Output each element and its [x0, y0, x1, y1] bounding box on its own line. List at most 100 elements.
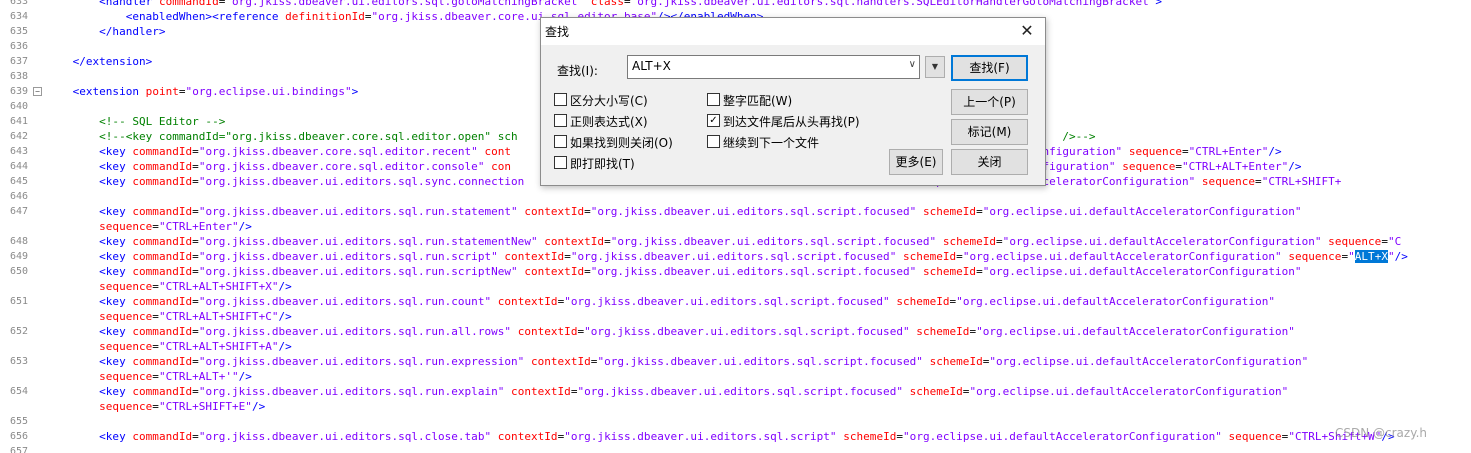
find-button[interactable]: 查找(F): [951, 55, 1028, 81]
line-number: 649: [9, 251, 28, 262]
code-token: =: [564, 250, 571, 263]
find-input[interactable]: ALT+X ∨: [627, 55, 920, 79]
code-text: </handler>: [46, 24, 166, 39]
code-token: =: [584, 265, 591, 278]
history-dropdown-button[interactable]: ▼: [925, 56, 945, 78]
code-token: sequence: [1228, 430, 1282, 443]
code-token: "org.jkiss.dbeaver.ui.editors.sql.script…: [564, 430, 837, 443]
code-token: definitionId: [285, 10, 365, 23]
line-number: 653: [9, 356, 28, 367]
code-token: contextId: [530, 355, 591, 368]
line-number: 641: [9, 116, 28, 127]
code-token: "CTRL+Enter": [1188, 145, 1269, 158]
fold-toggle-icon[interactable]: −: [33, 87, 42, 96]
code-token: "org.jkiss.dbeaver.core.sql.editor.conso…: [198, 160, 485, 173]
wrap-around-label: 到达文件尾后从头再找(P): [723, 115, 860, 129]
code-token: "C: [1387, 235, 1402, 248]
line-number: 657: [9, 446, 28, 453]
code-token: =: [1381, 235, 1388, 248]
code-token: "CTRL+ALT+SHIFT+X": [158, 280, 279, 293]
code-token: "org.eclipse.ui.defaultAcceleratorConfig…: [903, 430, 1222, 443]
whole-word-label: 整字匹配(W): [723, 94, 793, 108]
code-token: "org.jkiss.dbeaver.ui.editors.sql.run.co…: [198, 295, 492, 308]
code-token: sequence: [1288, 250, 1342, 263]
code-token: <key: [99, 265, 126, 278]
code-text: <key commandId="org.jkiss.dbeaver.ui.edi…: [46, 204, 1302, 219]
code-token: contextId: [544, 235, 605, 248]
code-text: sequence="CTRL+SHIFT+E"/>: [46, 399, 265, 414]
code-token: "org.eclipse.ui.defaultAcceleratorConfig…: [989, 355, 1309, 368]
code-token: />: [1394, 250, 1408, 263]
code-token: <!--<key commandId="org.jkiss.dbeaver.co…: [99, 130, 518, 143]
checkbox-icon: [554, 93, 567, 106]
code-text: <key commandId="org.jkiss.dbeaver.ui.edi…: [46, 429, 1395, 444]
code-token: <extension: [72, 85, 140, 98]
code-token: "CTRL+ALT+SHIFT+C": [158, 310, 279, 323]
code-token: "org.eclipse.ui.defaultAcceleratorConfig…: [982, 205, 1302, 218]
code-token: =: [623, 0, 631, 8]
code-token: schemeId: [942, 235, 997, 248]
code-token: =: [152, 220, 159, 233]
code-token: <key: [99, 295, 126, 308]
more-button[interactable]: 更多(E): [889, 149, 943, 175]
code-token: commandId: [132, 355, 193, 368]
code-token: =: [178, 85, 186, 98]
code-text: <key commandId="org.jkiss.dbeaver.ui.edi…: [46, 294, 1275, 309]
code-token: sequence: [99, 280, 153, 293]
code-token: "org.eclipse.ui.bindings": [185, 85, 352, 98]
code-token: "org.jkiss.dbeaver.ui.editors.sql.run.ex…: [198, 355, 525, 368]
code-token: "org.eclipse.ui.defaultAcceleratorConfig…: [962, 250, 1282, 263]
code-token: =: [152, 340, 159, 353]
code-token: =: [1175, 160, 1182, 173]
mark-button[interactable]: 标记(M): [951, 119, 1028, 145]
code-token: =: [192, 295, 199, 308]
code-token: commandId: [132, 430, 193, 443]
find-previous-button[interactable]: 上一个(P): [951, 89, 1028, 115]
code-token: "org.jkiss.dbeaver.ui.editors.sql.script…: [590, 205, 917, 218]
close-icon[interactable]: ✕: [1017, 21, 1037, 41]
line-number: 647: [9, 206, 28, 217]
chevron-down-icon[interactable]: ∨: [909, 59, 916, 70]
code-token: commandId: [132, 385, 193, 398]
code-text: <key commandId="org.jkiss.dbeaver.ui.edi…: [46, 384, 1288, 399]
code-token: "CTRL+SHIFT+E": [158, 400, 252, 413]
code-text: <key commandId="org.jkiss.dbeaver.ui.edi…: [46, 354, 1308, 369]
close-button[interactable]: 关闭: [951, 149, 1028, 175]
code-token: />: [278, 340, 292, 353]
code-token: "org.jkiss.dbeaver.ui.editors.sql.script…: [570, 250, 897, 263]
code-token: >: [351, 85, 359, 98]
code-token: "org.jkiss.dbeaver.ui.editors.sql.close.…: [198, 430, 492, 443]
code-text: <extension point="org.eclipse.ui.binding…: [46, 84, 359, 99]
code-token: =: [152, 310, 159, 323]
code-token: schemeId: [896, 295, 950, 308]
code-token: "org.jkiss.dbeaver.ui.editors.sql.run.sc…: [198, 250, 498, 263]
checkbox-icon: [554, 156, 567, 169]
line-number: 655: [9, 416, 28, 427]
code-text: sequence="CTRL+ALT+SHIFT+X"/>: [46, 279, 292, 294]
code-token: schemeId: [929, 355, 983, 368]
code-token: "org.eclipse.ui.defaultAcceleratorConfig…: [976, 325, 1295, 338]
line-number: 648: [9, 236, 28, 247]
code-token: commandId: [132, 250, 193, 263]
code-token: <key: [99, 145, 126, 158]
watermark: CSDN @crazy.h: [1335, 426, 1428, 440]
code-token: <key: [99, 235, 126, 248]
code-token: point: [145, 85, 179, 98]
code-token: =: [192, 325, 199, 338]
